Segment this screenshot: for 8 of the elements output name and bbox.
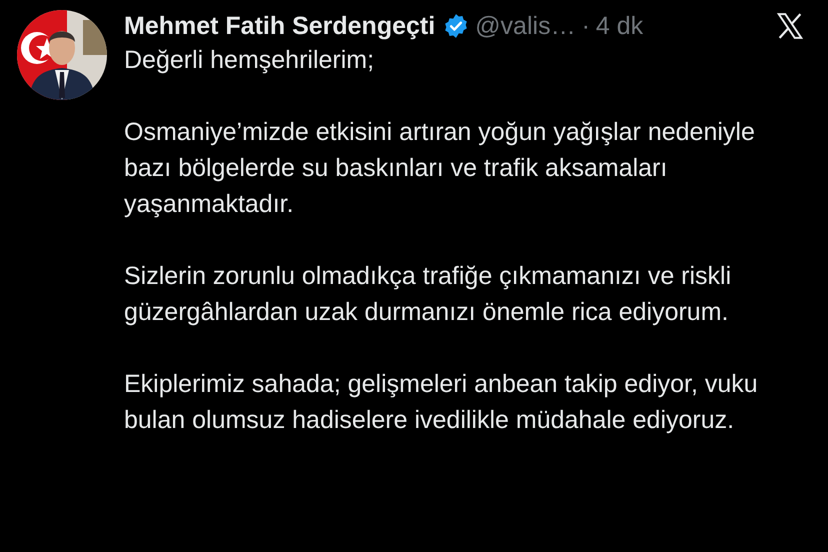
post-time[interactable]: 4 dk — [596, 12, 644, 40]
post-paragraph: Sizlerin zorunlu olmadıkça trafiğe çıkmamanızı ve riskli güzergâhlardan uzak durmanızı önemle rica ediyorum. — [124, 261, 732, 328]
post-paragraph: Değerli hemşehrilerim; — [124, 45, 376, 76]
post-paragraph: Osmaniye’mizde etkisini artıran yoğun yağışlar nedeniyle bazı bölgelerde su baskınları ve trafik aksamaları yaşanmaktadır. — [124, 117, 756, 220]
author-handle[interactable]: @valis… — [475, 12, 576, 40]
separator: · — [582, 12, 590, 40]
author-name[interactable]: Mehmet Fatih Serdengeçti — [124, 12, 436, 40]
post-paragraph: Ekiplerimiz sahada; gelişmeleri anbean takip ediyor, vuku bulan olumsuz hadiselere ivedilikle müdahale ediyoruz. — [124, 369, 759, 436]
